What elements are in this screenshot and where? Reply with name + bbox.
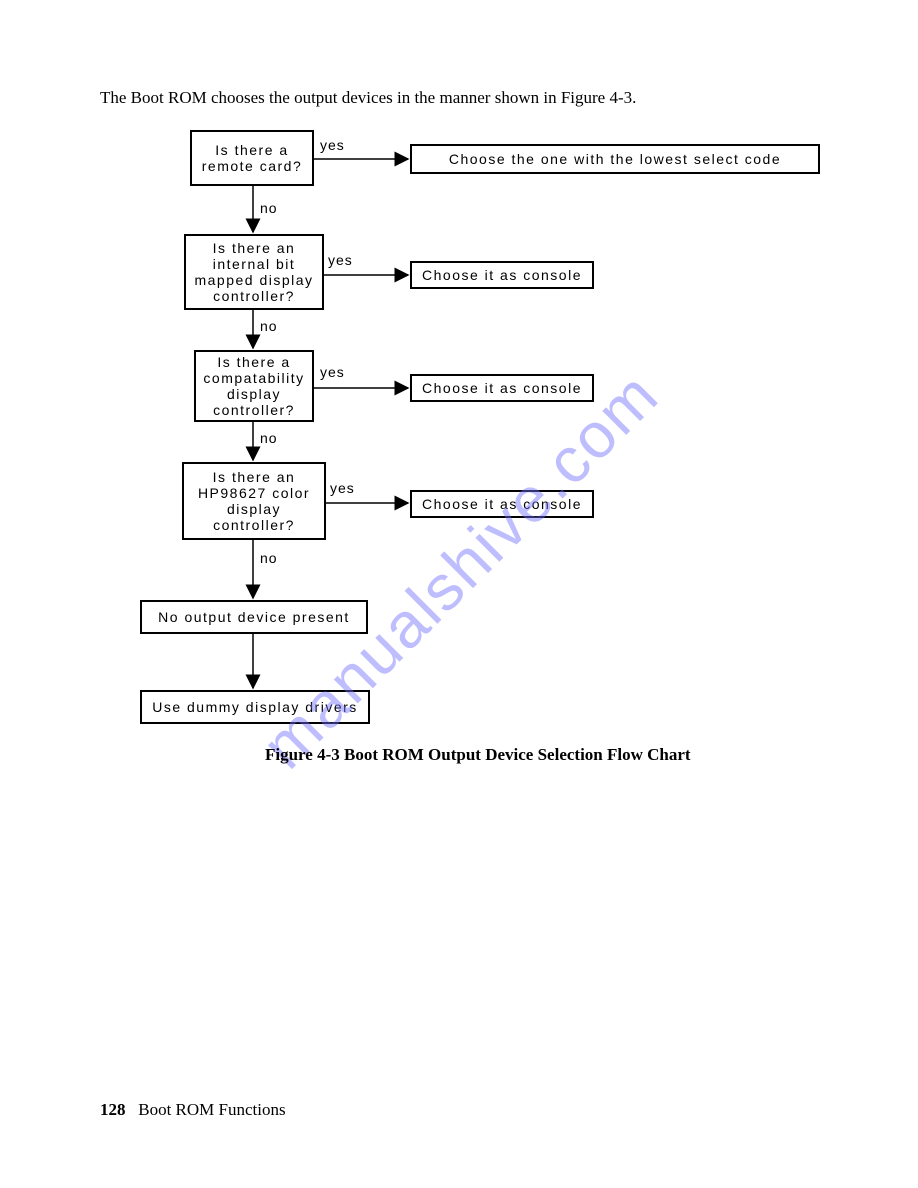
- label-no-1: no: [260, 200, 278, 216]
- label-yes-1: yes: [320, 137, 345, 153]
- decision-hp98627: Is there anHP98627 colordisplaycontrolle…: [182, 462, 326, 540]
- label-no-3: no: [260, 430, 278, 446]
- page-number: 128: [100, 1100, 126, 1119]
- label-no-4: no: [260, 550, 278, 566]
- decision-remote-card: Is there aremote card?: [190, 130, 314, 186]
- footer-section: Boot ROM Functions: [138, 1100, 285, 1119]
- action-console-4: Choose it as console: [410, 490, 594, 518]
- label-yes-4: yes: [330, 480, 355, 496]
- decision-internal-bitmap: Is there aninternal bitmapped displaycon…: [184, 234, 324, 310]
- figure-caption: Figure 4-3 Boot ROM Output Device Select…: [265, 745, 691, 765]
- label-no-2: no: [260, 318, 278, 334]
- action-console-3: Choose it as console: [410, 374, 594, 402]
- label-yes-2: yes: [328, 252, 353, 268]
- label-yes-3: yes: [320, 364, 345, 380]
- action-lowest-select-code: Choose the one with the lowest select co…: [410, 144, 820, 174]
- flowchart-diagram: Is there aremote card? Choose the one wi…: [0, 0, 918, 800]
- page-footer: 128 Boot ROM Functions: [100, 1100, 286, 1120]
- box-no-output-device: No output device present: [140, 600, 368, 634]
- decision-compatibility-display: Is there acompatabilitydisplaycontroller…: [194, 350, 314, 422]
- box-dummy-drivers: Use dummy display drivers: [140, 690, 370, 724]
- action-console-2: Choose it as console: [410, 261, 594, 289]
